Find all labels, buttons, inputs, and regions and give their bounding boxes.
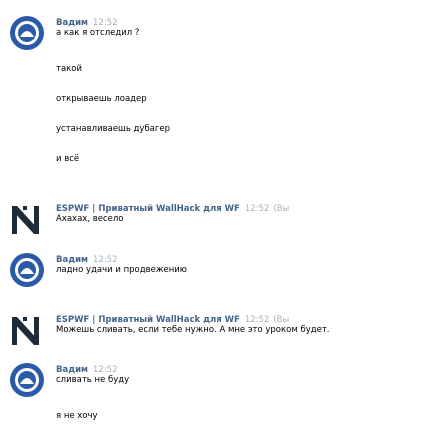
chat-history: Вадим 12:52 а как я отследил ? такой откр… [0,0,432,435]
message-text: ладно удачи и продвежению [56,265,187,275]
user-avatar-icon[interactable] [9,362,45,398]
user-avatar-icon[interactable] [9,252,45,288]
message-time[interactable]: 12:52 [245,204,270,214]
message-text: Ахахах, весело [56,214,124,224]
message-header: ESPWF | Приватный WallHack для WF 12:52 (В… [56,199,290,214]
message-header: ESPWF | Приватный WallHack для WF 12:52 (В… [56,310,289,325]
user-avatar-icon[interactable] [9,15,45,51]
message-header: Вадим 12:52 [56,13,117,28]
sent-by-you-label: (Вы [273,204,290,214]
message-text: а как я отследил ? [56,28,140,38]
message-text: я не хочу [56,411,98,421]
message-text: Можешь сливать, если тебе нужно. А мне э… [56,325,330,335]
message-header: Вадим 12:52 [56,250,117,265]
message-text: открываешь лоадер [56,94,147,104]
message-text: и всё [56,154,80,164]
message-text: устанавливаешь дубагер [56,124,170,134]
espwf-logo-icon[interactable] [9,202,45,238]
espwf-logo-icon[interactable] [9,313,45,349]
message-text: сливать не буду [56,375,130,385]
message-text: такой [56,64,83,74]
message-header: Вадим 12:52 [56,360,117,375]
